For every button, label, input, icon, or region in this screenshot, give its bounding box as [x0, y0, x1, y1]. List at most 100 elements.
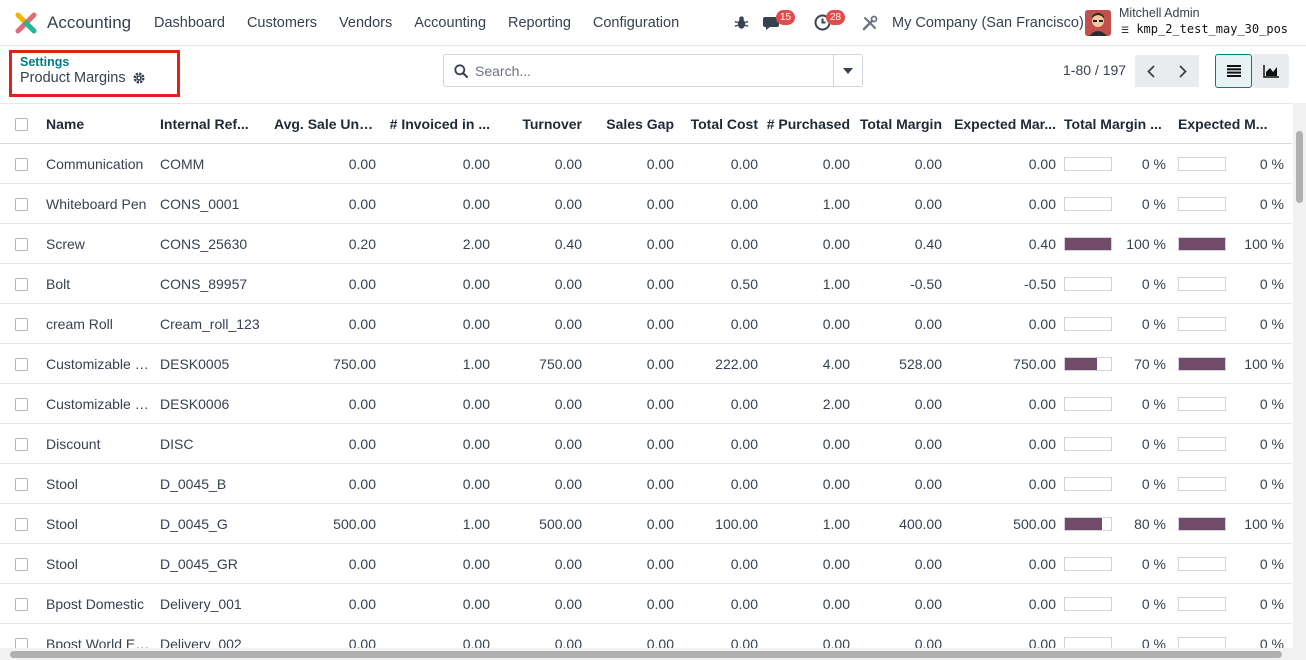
list-view-button[interactable] [1215, 54, 1252, 88]
row-avg-sale-price: 750.00 [270, 343, 380, 384]
row-name: Bpost Domestic [42, 583, 156, 624]
row-total-margin: 0.00 [854, 303, 946, 344]
row-expected-margin-rate: 0 % [1174, 383, 1292, 424]
progress-bar [1064, 596, 1112, 611]
row-checkbox[interactable] [14, 318, 28, 332]
table-row[interactable]: Communication COMM 0.00 0.00 0.00 0.00 0.00 0.0… [0, 143, 1292, 184]
row-total-margin: 0.40 [854, 223, 946, 264]
column-header-expected-margin-rate[interactable]: Expected M... [1174, 103, 1292, 144]
horizontal-scrollbar[interactable] [0, 648, 1306, 660]
select-all-checkbox[interactable] [14, 118, 28, 132]
row-internal-ref: D_0045_B [156, 463, 270, 504]
table-row[interactable]: cream Roll Cream_roll_123 0.00 0.00 0.00 0.00… [0, 303, 1292, 344]
row-checkbox[interactable] [14, 478, 28, 492]
row-total-margin-rate: 0 % [1060, 423, 1174, 464]
row-turnover: 0.00 [494, 383, 586, 424]
row-checkbox[interactable] [14, 638, 28, 648]
row-name: Whiteboard Pen [42, 183, 156, 224]
menu-configuration[interactable]: Configuration [582, 0, 690, 46]
menu-dashboard[interactable]: Dashboard [143, 0, 236, 46]
progress-bar [1064, 236, 1112, 251]
pager-value[interactable]: 1-80 / 197 [1063, 62, 1126, 78]
table-row[interactable]: Bolt CONS_89957 0.00 0.00 0.00 0.00 0.50 1.00 -0… [0, 263, 1292, 304]
search-options-toggle[interactable] [833, 55, 862, 86]
table-body: Communication COMM 0.00 0.00 0.00 0.00 0.00 0.0… [0, 143, 1292, 649]
table-row[interactable]: Screw CONS_25630 0.20 2.00 0.40 0.00 0.00 0.00 0… [0, 223, 1292, 264]
row-checkbox[interactable] [14, 398, 28, 412]
column-header-turnover[interactable]: Turnover [494, 103, 586, 144]
gear-icon[interactable] [132, 71, 146, 85]
progress-bar-label: 0 % [1141, 475, 1166, 492]
menu-reporting[interactable]: Reporting [497, 0, 582, 46]
menu-vendors[interactable]: Vendors [328, 0, 403, 46]
column-header-avg-sale-price[interactable]: Avg. Sale Unit... [270, 103, 380, 144]
row-checkbox[interactable] [14, 598, 28, 612]
row-checkbox[interactable] [14, 438, 28, 452]
row-checkbox[interactable] [14, 558, 28, 572]
table-row[interactable]: Discount DISC 0.00 0.00 0.00 0.00 0.00 0.00 0.00… [0, 423, 1292, 464]
table-row[interactable]: Stool D_0045_GR 0.00 0.00 0.00 0.00 0.00 0.00 0.… [0, 543, 1292, 584]
product-margins-list: Name Internal Ref... Avg. Sale Unit... #… [0, 103, 1292, 648]
row-avg-sale-price: 0.20 [270, 223, 380, 264]
row-name: Discount [42, 423, 156, 464]
vertical-scrollbar[interactable] [1293, 103, 1306, 648]
row-avg-sale-price: 0.00 [270, 583, 380, 624]
row-total-cost: 0.00 [678, 223, 762, 264]
row-expected-margin: 0.00 [946, 623, 1060, 648]
column-header-total-margin-rate[interactable]: Total Margin ... [1060, 103, 1174, 144]
row-purchased: 1.00 [762, 263, 854, 304]
row-invoiced: 1.00 [380, 343, 494, 384]
search-input[interactable] [475, 61, 825, 81]
row-expected-margin: 0.40 [946, 223, 1060, 264]
progress-bar-label: 0 % [1259, 195, 1284, 212]
table-row[interactable]: Stool D_0045_G 500.00 1.00 500.00 0.00 100.00 1… [0, 503, 1292, 544]
graph-view-button[interactable] [1252, 54, 1289, 88]
user-name[interactable]: Mitchell Admin [1119, 6, 1200, 20]
column-header-name[interactable]: Name [42, 103, 156, 144]
column-header-purchased[interactable]: # Purchased [762, 103, 854, 144]
row-total-margin: 528.00 [854, 343, 946, 384]
row-checkbox[interactable] [14, 518, 28, 532]
menu-customers[interactable]: Customers [236, 0, 328, 46]
table-row[interactable]: Bpost Domestic Delivery_001 0.00 0.00 0.00 0.… [0, 583, 1292, 624]
column-header-total-cost[interactable]: Total Cost [678, 103, 762, 144]
menu-accounting[interactable]: Accounting [403, 0, 497, 46]
table-row[interactable]: Stool D_0045_B 0.00 0.00 0.00 0.00 0.00 0.00 0.0… [0, 463, 1292, 504]
column-header-total-margin[interactable]: Total Margin [854, 103, 946, 144]
row-checkbox[interactable] [14, 238, 28, 252]
company-switcher[interactable]: My Company (San Francisco) [892, 15, 1084, 31]
row-avg-sale-price: 0.00 [270, 303, 380, 344]
user-avatar[interactable] [1085, 10, 1111, 36]
row-sales-gap: 0.00 [586, 583, 678, 624]
progress-bar [1064, 436, 1112, 451]
row-checkbox[interactable] [14, 198, 28, 212]
pager-previous-button[interactable] [1135, 55, 1167, 87]
chevron-right-icon [1179, 64, 1187, 78]
pager-next-button[interactable] [1167, 55, 1199, 87]
column-header-expected-margin[interactable]: Expected Mar... [946, 103, 1060, 144]
column-header-invoiced[interactable]: # Invoiced in ... [380, 103, 494, 144]
row-checkbox[interactable] [14, 358, 28, 372]
table-row[interactable]: Whiteboard Pen CONS_0001 0.00 0.00 0.00 0.00 0… [0, 183, 1292, 224]
column-header-sales-gap[interactable]: Sales Gap [586, 103, 678, 144]
column-header-internal-ref[interactable]: Internal Ref... [156, 103, 270, 144]
bug-icon[interactable] [734, 15, 749, 30]
progress-bar-label: 0 % [1141, 635, 1166, 649]
table-row[interactable]: Bpost World ExpressDelivery_0020.000.000… [0, 623, 1292, 649]
tools-icon[interactable] [862, 15, 878, 31]
breadcrumb-settings[interactable]: Settings [20, 55, 69, 69]
accounting-app-icon[interactable] [15, 12, 37, 34]
row-total-margin-rate: 0 % [1060, 463, 1174, 504]
row-avg-sale-price: 0.00 [270, 263, 380, 304]
row-avg-sale-price: 0.00 [270, 423, 380, 464]
row-checkbox[interactable] [14, 158, 28, 172]
table-row[interactable]: Customizable Desk DESK0006 0.00 0.00 0.00 0.0… [0, 383, 1292, 424]
row-expected-margin: 0.00 [946, 143, 1060, 184]
table-row[interactable]: Customizable Desk DESK0005 750.00 1.00 750.0… [0, 343, 1292, 384]
row-avg-sale-price: 0.00 [270, 623, 380, 648]
row-total-margin-rate: 0 % [1060, 583, 1174, 624]
progress-bar [1064, 196, 1112, 211]
app-name[interactable]: Accounting [47, 13, 131, 33]
progress-bar [1178, 556, 1226, 571]
row-checkbox[interactable] [14, 278, 28, 292]
